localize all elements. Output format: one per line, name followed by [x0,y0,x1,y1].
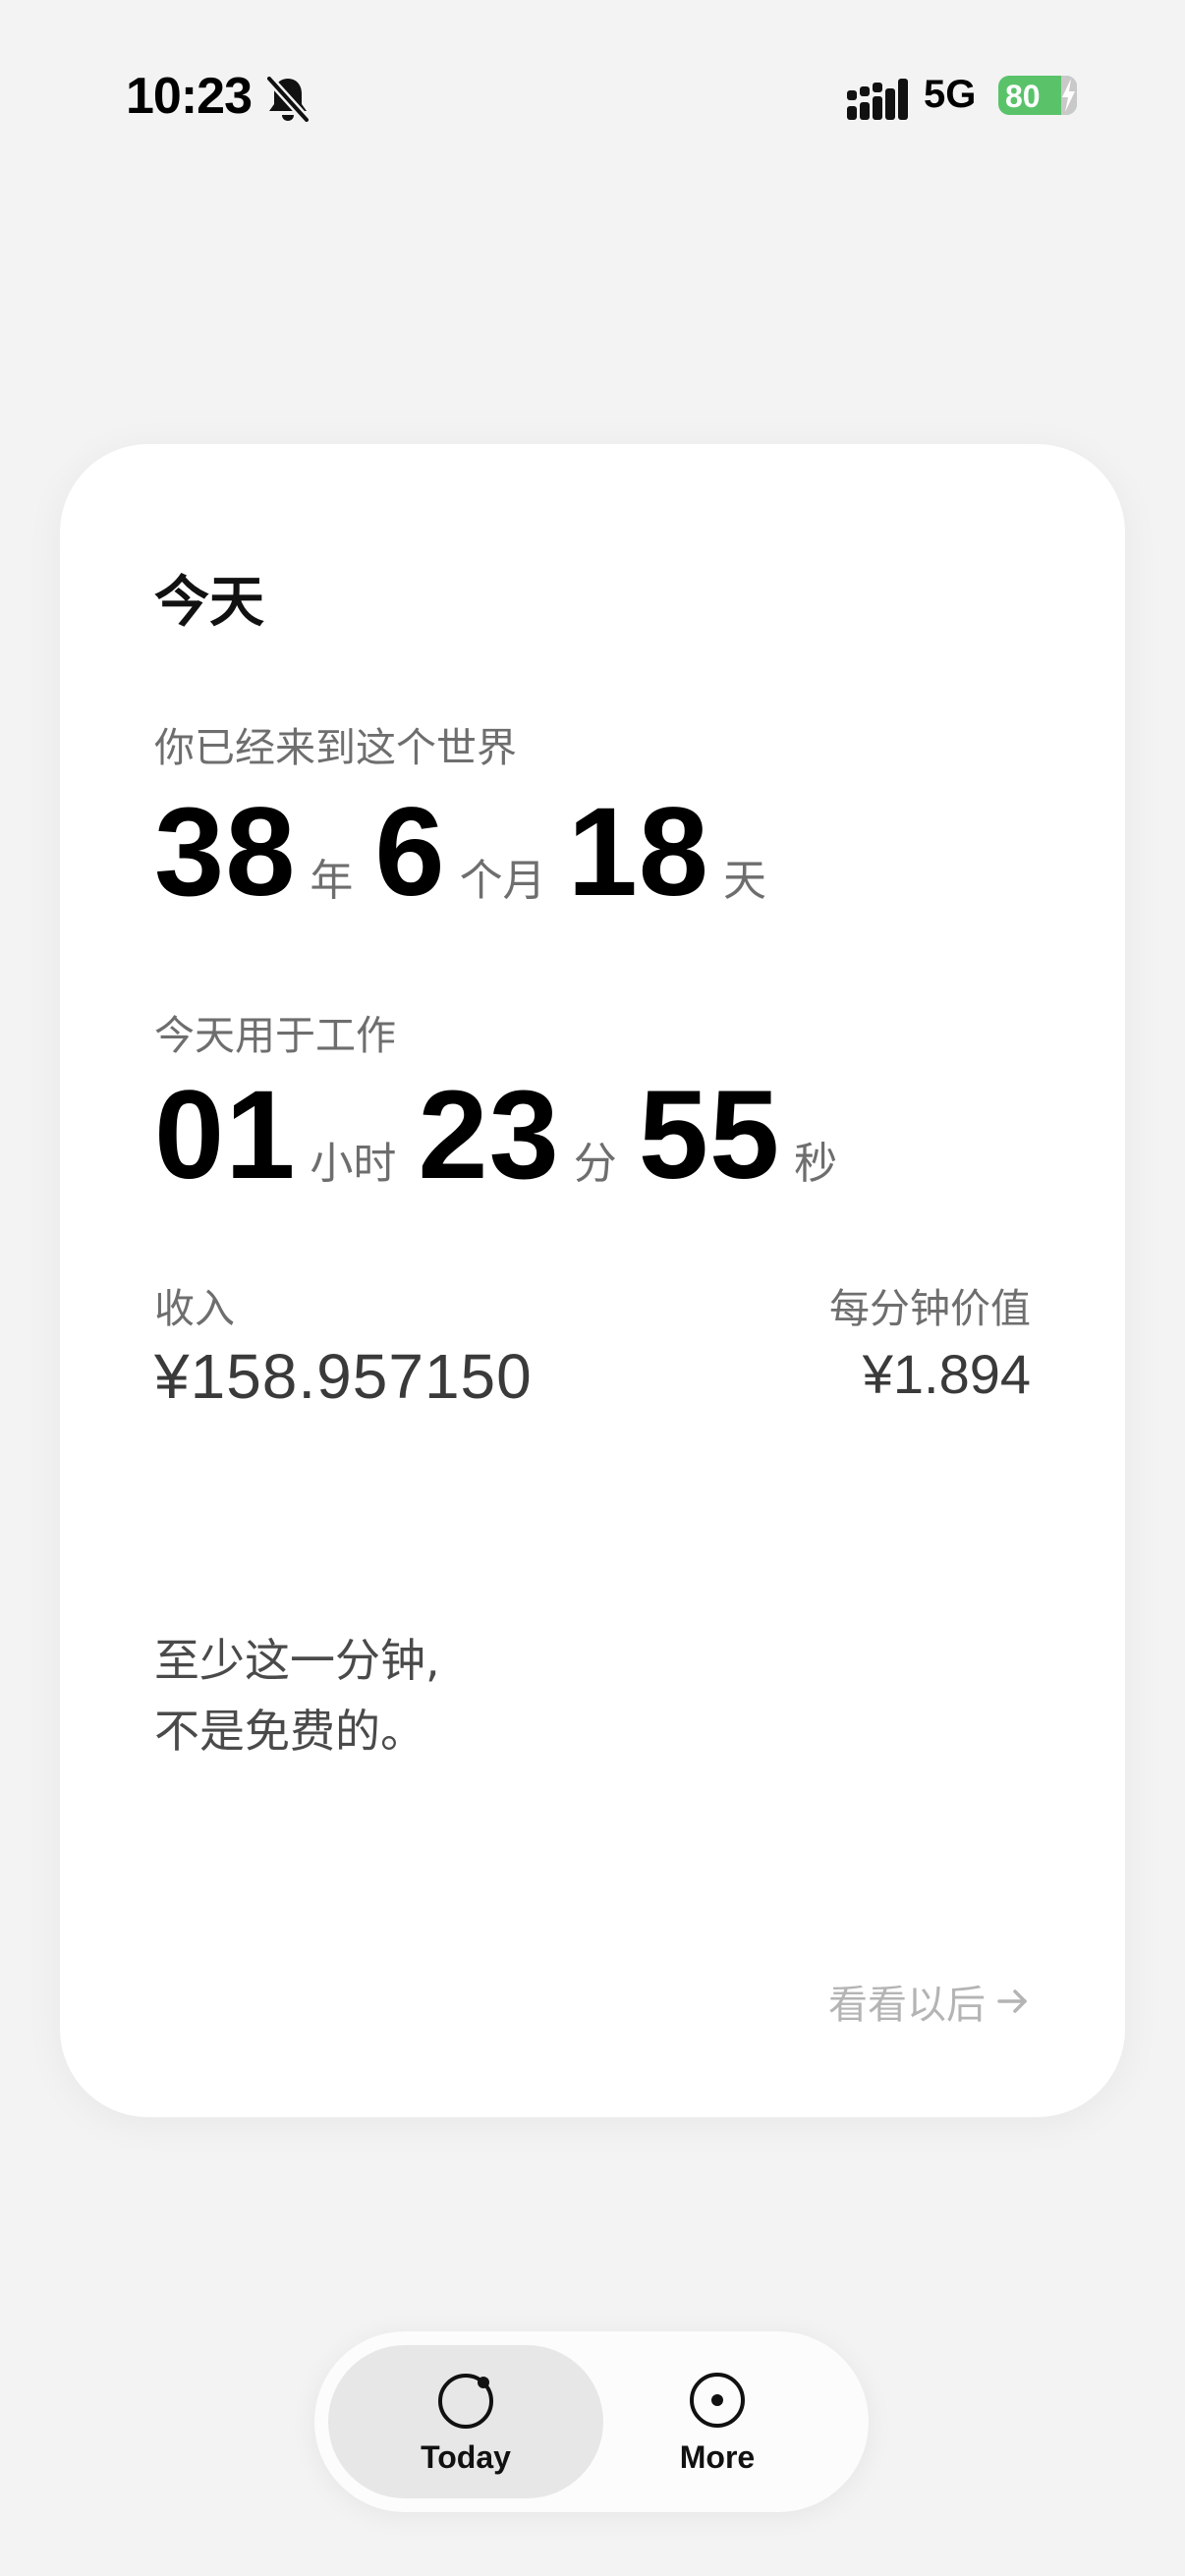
work-seconds-unit: 秒 [794,1139,838,1189]
quote-line-1: 至少这一分钟, [154,1634,440,1687]
circle-center-dot-icon [690,2372,745,2428]
arrow-right-icon [997,1989,1027,2013]
work-minutes: 23 [418,1065,560,1205]
per-minute-value: ¥1.894 [862,1343,1031,1405]
signal-bars-icon [847,79,908,120]
work-seconds: 55 [638,1065,781,1205]
battery-level: 80 [1005,79,1041,114]
today-card: 今天 你已经来到这个世界 38 年 6 个月 18 天 今天用于工作 01 小时… [60,444,1125,2117]
charging-bolt-icon [1062,79,1075,112]
tab-today[interactable]: Today [328,2345,603,2498]
status-time: 10:23 [126,68,253,125]
tab-more[interactable]: More [580,2345,855,2498]
quote-line-2: 不是免费的。 [154,1705,425,1758]
work-timer: 01 小时 23 分 55 秒 [154,1073,859,1199]
bottom-tab-bar: Today More [314,2331,869,2512]
age-days-unit: 天 [722,856,766,906]
age-counter: 38 年 6 个月 18 天 [154,790,788,916]
see-future-link[interactable]: 看看以后 [828,1973,1031,2030]
income-label: 收入 [154,1285,235,1332]
age-months: 6 [374,782,446,923]
tab-more-label: More [679,2438,756,2475]
work-hours-unit: 小时 [310,1139,397,1189]
card-title: 今天 [154,571,264,633]
network-type: 5G [924,73,977,116]
bell-slash-icon [265,75,310,124]
work-hours: 01 [154,1065,297,1205]
circle-dot-orbit-icon [438,2373,493,2429]
per-minute-label: 每分钟价值 [829,1285,1031,1332]
age-label: 你已经来到这个世界 [154,724,517,771]
tab-today-label: Today [421,2438,511,2475]
work-label: 今天用于工作 [154,1012,396,1059]
age-years-unit: 年 [310,856,354,906]
age-days: 18 [567,782,709,923]
income-value: ¥158.957150 [154,1341,533,1412]
status-bar: 10:23 5G 80 [0,59,1185,138]
quote: 至少这一分钟, 不是免费的。 [154,1625,440,1766]
see-future-label: 看看以后 [828,1983,986,2028]
age-years: 38 [154,782,297,923]
work-minutes-unit: 分 [573,1139,617,1189]
age-months-unit: 个月 [459,856,546,906]
